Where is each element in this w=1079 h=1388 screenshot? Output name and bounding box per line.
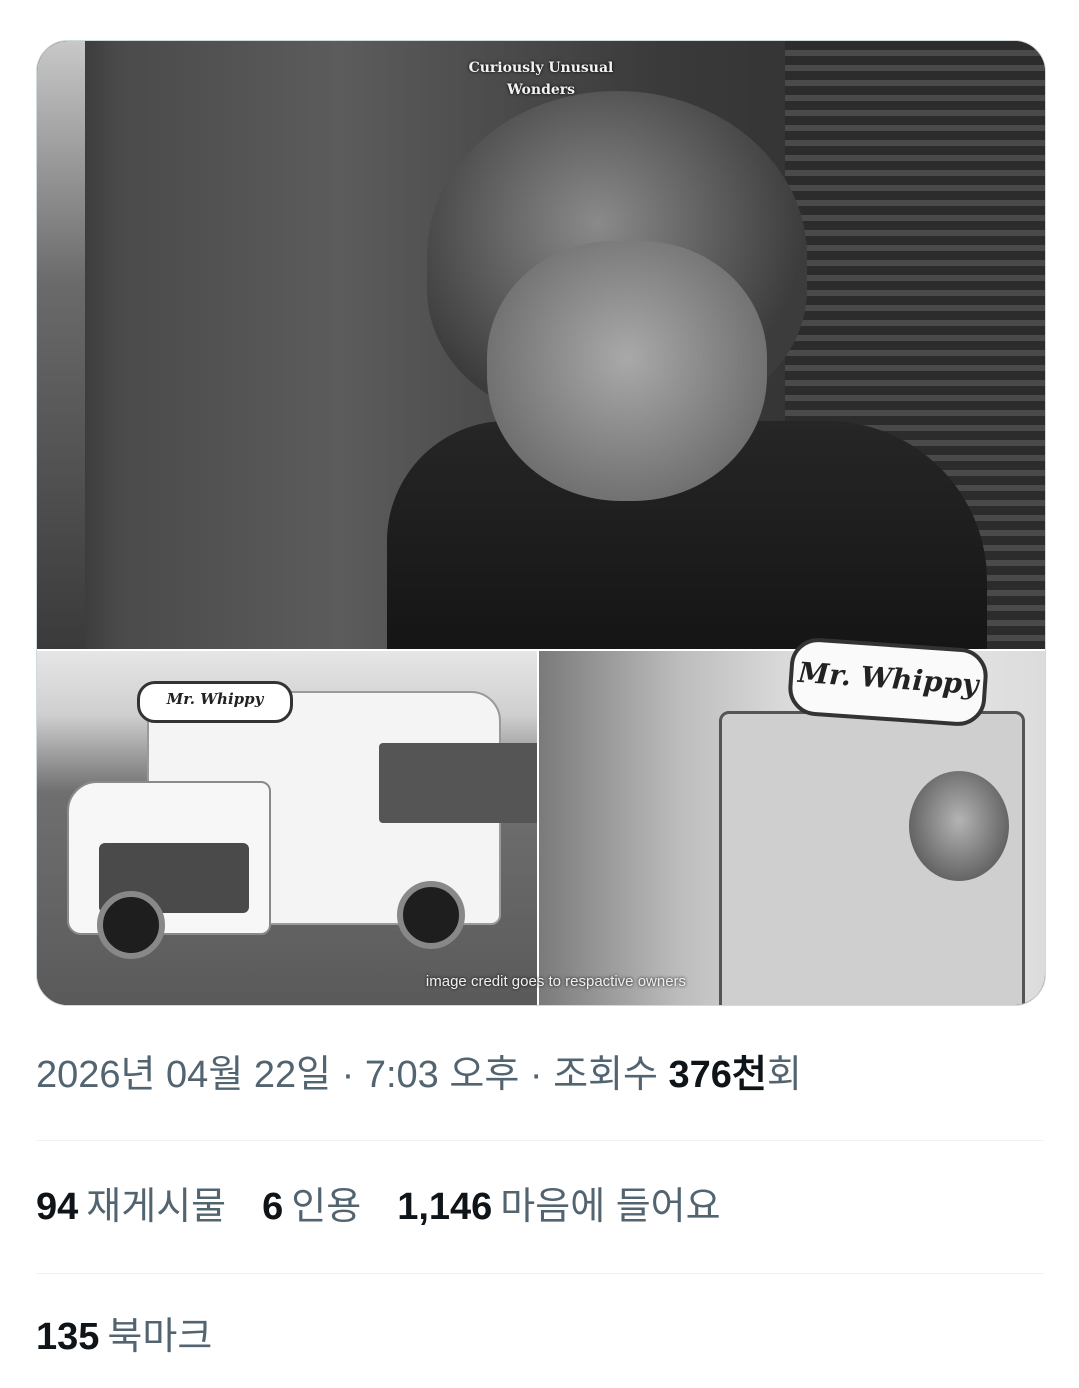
image-credit-caption: image credit goes to respactive owners bbox=[425, 973, 687, 990]
photo-van-window-boy: Mr. Whippy bbox=[539, 636, 1045, 1005]
divider bbox=[36, 1273, 1044, 1274]
views-count: 376천 bbox=[668, 1054, 767, 1096]
views-label: 조회수 bbox=[553, 1054, 658, 1096]
photo-boy-closeup: Curiously Unusual Wonders bbox=[37, 41, 1045, 661]
separator-dot: · bbox=[331, 1054, 365, 1096]
watermark-text: Curiously Unusual Wonders bbox=[468, 60, 614, 98]
photo-ice-cream-van: Mr. Whippy bbox=[37, 651, 559, 1005]
reposts-stat[interactable]: 94 재게시물 bbox=[36, 1180, 226, 1234]
post-media-image[interactable]: Curiously Unusual Wonders Mr. Whippy Mr.… bbox=[36, 40, 1046, 1006]
separator-dot: · bbox=[519, 1054, 554, 1096]
post-date[interactable]: 2026년 04월 22일 bbox=[36, 1054, 331, 1096]
post-metadata: 2026년 04월 22일 · 7:03 오후 · 조회수 376천회 bbox=[36, 1048, 802, 1102]
van-sign: Mr. Whippy bbox=[137, 681, 293, 723]
views-suffix: 회 bbox=[766, 1054, 802, 1096]
van-sign-large: Mr. Whippy bbox=[786, 636, 990, 728]
quotes-stat[interactable]: 6 인용 bbox=[262, 1180, 361, 1234]
post-time[interactable]: 7:03 오후 bbox=[365, 1054, 519, 1096]
likes-stat[interactable]: 1,146 마음에 들어요 bbox=[397, 1180, 720, 1234]
engagement-stats: 94 재게시물 6 인용 1,146 마음에 들어요 bbox=[36, 1180, 757, 1234]
bookmarks-stat[interactable]: 135 북마크 bbox=[36, 1310, 212, 1364]
divider bbox=[36, 1140, 1044, 1141]
